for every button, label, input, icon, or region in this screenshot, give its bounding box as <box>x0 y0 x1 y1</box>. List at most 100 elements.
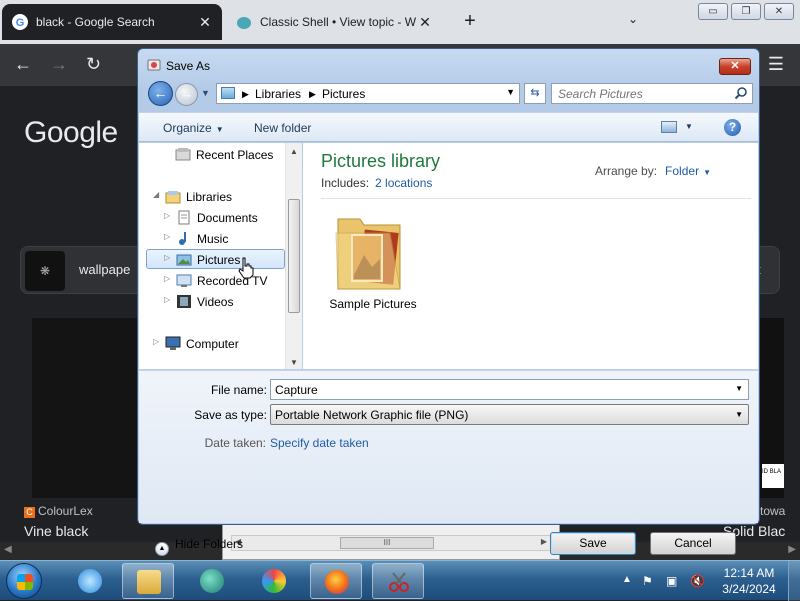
file-name-dropdown-icon[interactable]: ▼ <box>735 384 743 393</box>
nav-item-music[interactable]: ▷ Music <box>139 229 287 249</box>
collapse-icon[interactable]: ◢ <box>153 190 163 199</box>
search-icon[interactable] <box>734 86 748 100</box>
expand-icon[interactable]: ▷ <box>164 295 174 304</box>
forward-button[interactable]: → <box>175 83 198 106</box>
reload-icon[interactable]: ↻ <box>86 54 101 75</box>
nav-item-computer[interactable]: ▷ Computer <box>139 334 287 354</box>
related-search-chip[interactable]: ❋ wallpape <box>20 246 150 294</box>
dialog-close-button[interactable]: ✕ <box>719 58 751 75</box>
breadcrumb-separator-icon[interactable]: ▶ <box>242 89 249 100</box>
chevron-down-icon[interactable]: ▼ <box>735 410 743 419</box>
tab-classic-shell[interactable]: Classic Shell • View topic - Windows ✕ <box>226 4 442 40</box>
save-button[interactable]: Save <box>550 532 636 555</box>
view-options-dropdown-icon[interactable]: ▼ <box>685 122 693 131</box>
taskbar-app[interactable] <box>186 563 238 599</box>
clock[interactable]: 12:14 AM 3/24/2024 <box>716 565 782 597</box>
taskbar-internet-explorer[interactable] <box>64 563 116 599</box>
result-image[interactable] <box>32 318 138 498</box>
videos-icon <box>177 295 191 308</box>
date-taken-link[interactable]: Specify date taken <box>270 436 369 450</box>
forward-arrow-icon[interactable]: → <box>50 54 68 75</box>
result-title[interactable]: Vine black <box>24 523 88 539</box>
file-name-field[interactable]: ▼ <box>270 379 749 400</box>
result-source[interactable]: C ColourLex <box>24 504 93 518</box>
scrollbar-thumb[interactable]: III <box>340 537 434 549</box>
restore-button[interactable]: ❐ <box>731 3 761 20</box>
breadcrumb-libraries[interactable]: Libraries <box>255 87 301 101</box>
taskbar-snipping-tool[interactable] <box>372 563 424 599</box>
folder-item[interactable]: Sample Pictures <box>328 205 418 317</box>
minimize-button[interactable]: ▭ <box>698 3 728 20</box>
nav-item-recent-places[interactable]: Recent Places <box>139 145 287 165</box>
horizontal-scrollbar[interactable]: ◀ III ▶ <box>231 535 551 551</box>
nav-item-videos[interactable]: ▷ Videos <box>139 292 287 312</box>
result-source[interactable]: towa <box>760 504 785 518</box>
browser-menu-icon[interactable]: ☰ <box>768 54 784 75</box>
arrange-label: Arrange by: <box>595 164 658 178</box>
cancel-button[interactable]: Cancel <box>650 532 736 555</box>
file-name-input[interactable] <box>271 380 726 399</box>
close-window-button[interactable]: ✕ <box>764 3 794 20</box>
folder-name: Sample Pictures <box>329 297 417 311</box>
action-center-flag-icon[interactable]: ⚑ <box>642 574 653 588</box>
back-button[interactable]: ← <box>148 81 173 106</box>
file-list-pane: Pictures library Includes: 2 locations Ar… <box>303 143 758 369</box>
hand-cursor-icon <box>238 257 254 279</box>
nav-pane-scrollbar[interactable]: ▲ ▼ <box>285 143 302 369</box>
address-bar[interactable]: ▶ Libraries ▶ Pictures ▼ <box>216 83 520 104</box>
nav-item-recorded-tv[interactable]: ▷ Recorded TV <box>139 271 287 291</box>
expand-icon[interactable]: ▷ <box>164 274 174 283</box>
expand-icon[interactable]: ▷ <box>164 253 174 262</box>
new-tab-button[interactable]: + <box>458 10 482 33</box>
expand-icon[interactable]: ▷ <box>164 211 174 220</box>
chevron-down-icon[interactable]: ▼ <box>703 168 711 177</box>
taskbar-paint[interactable] <box>248 563 300 599</box>
arrange-value-dropdown[interactable]: Folder <box>665 164 699 178</box>
google-logo[interactable]: Google <box>24 116 118 150</box>
scroll-right-icon[interactable]: ▶ <box>788 544 796 555</box>
save-fields-panel: File name: ▼ Save as type: Portable Netw… <box>139 370 758 556</box>
search-box[interactable] <box>551 83 753 104</box>
tab-list-button[interactable]: ⌄ <box>628 12 638 26</box>
taskbar-firefox[interactable] <box>310 563 362 599</box>
nav-item-label: Recent Places <box>196 148 274 162</box>
history-dropdown-icon[interactable]: ▼ <box>201 88 210 98</box>
help-icon[interactable]: ? <box>724 119 741 136</box>
scroll-down-icon[interactable]: ▼ <box>290 358 298 367</box>
breadcrumb-separator-icon[interactable]: ▶ <box>309 89 316 100</box>
folder-icon <box>335 218 401 290</box>
save-type-select[interactable]: Portable Network Graphic file (PNG) ▼ <box>270 404 749 425</box>
start-button[interactable] <box>6 563 42 599</box>
expand-icon[interactable]: ▷ <box>164 232 174 241</box>
music-icon <box>179 232 186 245</box>
scroll-left-icon[interactable]: ◀ <box>4 544 12 555</box>
nav-item-libraries[interactable]: ◢ Libraries <box>139 187 287 207</box>
hide-folders-button[interactable]: ▲ Hide Folders <box>155 537 243 556</box>
close-tab-icon[interactable]: ✕ <box>196 14 214 31</box>
back-arrow-icon[interactable]: ← <box>14 54 32 75</box>
app-icon <box>200 569 224 593</box>
file-name-label: File name: <box>210 383 267 397</box>
change-view-icon[interactable] <box>661 121 677 133</box>
organize-menu[interactable]: Organize ▼ <box>163 121 224 135</box>
refresh-button[interactable]: ⇆ <box>524 83 546 104</box>
tab-google-search[interactable]: G black - Google Search ✕ <box>2 4 222 40</box>
breadcrumb-pictures[interactable]: Pictures <box>322 87 365 101</box>
network-icon[interactable]: ▣ <box>666 574 677 588</box>
taskbar-file-explorer[interactable] <box>122 563 174 599</box>
volume-muted-icon[interactable]: 🔇 <box>690 574 705 588</box>
clock-time: 12:14 AM <box>723 566 775 580</box>
scroll-right-icon[interactable]: ▶ <box>541 537 547 546</box>
show-desktop-button[interactable] <box>788 561 800 601</box>
show-hidden-icons-icon[interactable]: ▲ <box>622 574 632 585</box>
search-input[interactable] <box>552 84 728 103</box>
address-dropdown-icon[interactable]: ▼ <box>506 87 515 97</box>
nav-item-pictures[interactable]: ▷ Pictures <box>146 249 285 269</box>
close-tab-icon[interactable]: ✕ <box>416 14 434 31</box>
locations-link[interactable]: 2 locations <box>375 176 432 190</box>
new-folder-button[interactable]: New folder <box>254 121 311 135</box>
expand-icon[interactable]: ▷ <box>153 337 163 346</box>
scrollbar-thumb[interactable] <box>288 199 300 313</box>
nav-item-documents[interactable]: ▷ Documents <box>139 208 287 228</box>
scroll-up-icon[interactable]: ▲ <box>290 147 298 156</box>
